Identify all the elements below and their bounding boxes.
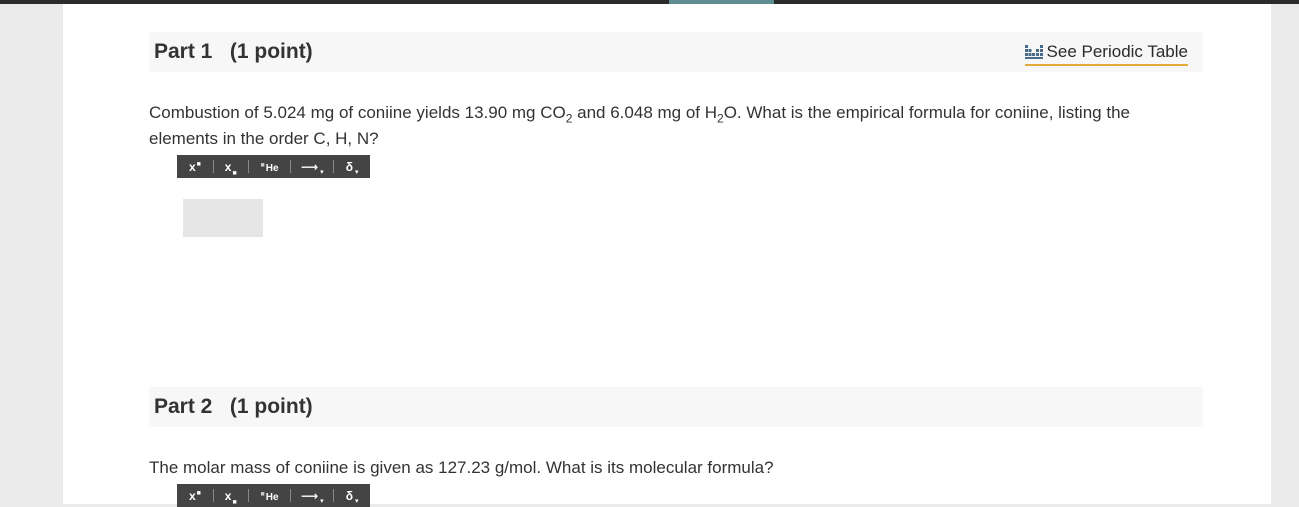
element-symbol-icon: ■He [260, 161, 279, 174]
superscript-icon: x■ [188, 159, 201, 174]
part-2-title: Part 2 (1 point) [154, 395, 313, 418]
part-1-question: Combustion of 5.024 mg of coniine yields… [149, 103, 1130, 148]
delta-icon: δ ▾ [345, 159, 359, 176]
subscript-icon: x■ [224, 488, 237, 506]
part-1-formatting-toolbar: x■ x■ ■He ⟶ ▾ δ ▾ [177, 155, 370, 178]
subscript-button[interactable]: x■ [214, 155, 248, 178]
element-symbol-button[interactable]: ■He [249, 155, 291, 178]
part-1-answer-input[interactable] [183, 199, 263, 237]
delta-icon: δ ▾ [345, 488, 359, 505]
reaction-arrow-icon: ⟶ ▾ [300, 488, 324, 505]
delta-button[interactable]: δ ▾ [334, 155, 370, 178]
see-periodic-table-link[interactable]: See Periodic Table [1024, 40, 1188, 66]
part-1-header: Part 1 (1 point) See Periodic Table [149, 32, 1203, 72]
superscript-icon: x■ [188, 488, 201, 503]
periodic-table-icon [1024, 45, 1043, 59]
reaction-arrow-button[interactable]: ⟶ ▾ [291, 155, 333, 178]
element-symbol-icon: ■He [260, 490, 279, 503]
part-1-title: Part 1 (1 point) [154, 40, 313, 63]
part-2-header: Part 2 (1 point) [149, 387, 1203, 427]
periodic-table-label: See Periodic Table [1046, 42, 1188, 61]
part-2-question: The molar mass of coniine is given as 12… [149, 458, 774, 477]
superscript-button[interactable]: x■ [177, 155, 213, 178]
subscript-icon: x■ [224, 159, 237, 177]
reaction-arrow-icon: ⟶ ▾ [300, 159, 324, 176]
content-card [63, 4, 1271, 504]
